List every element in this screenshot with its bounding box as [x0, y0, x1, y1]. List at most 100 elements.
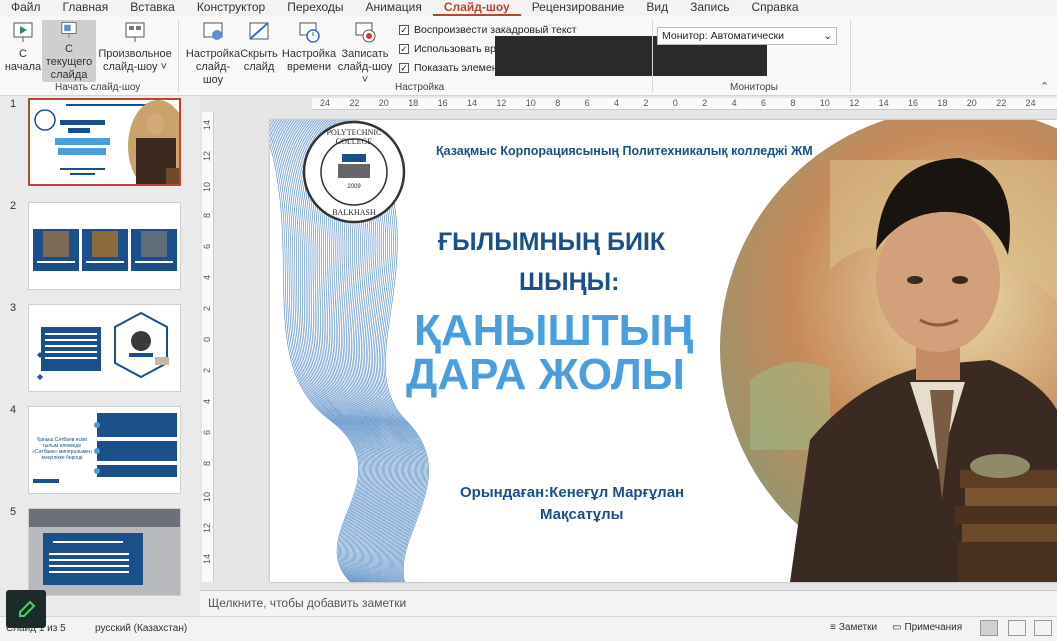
ribbon-separator [178, 20, 179, 92]
notes-icon: ≡ [830, 622, 836, 633]
slide-canvas[interactable]: POLYTECHNIC COLLEGE 2009 BALKHASH Қазақм… [270, 120, 1057, 582]
play-from-current-icon [61, 21, 77, 38]
menu-item[interactable]: Запись [679, 0, 740, 16]
from-start-button[interactable]: С начала [5, 20, 41, 74]
check-icon: ✓ [399, 44, 409, 54]
ruler-tick-label: 4 [202, 275, 212, 281]
thumbnail-number: 1 [10, 98, 17, 110]
menu-item[interactable]: Переходы [276, 0, 354, 16]
college-logo-text-top: POLYTECHNIC COLLEGE [326, 128, 382, 146]
monitor-label: Монитор: [662, 30, 708, 42]
notes-placeholder: Щелкните, чтобы добавить заметки [208, 596, 407, 610]
thumbnail-slide-2[interactable] [28, 202, 181, 290]
ribbon: С начала С текущего слайда Произвольное … [0, 16, 1057, 96]
monitor-dropdown[interactable]: Монитор: Автоматически ⌄ [657, 27, 837, 45]
college-logo-year: 2009 [347, 184, 361, 190]
thumbnail-slide-3[interactable] [28, 304, 181, 392]
custom-show-label-1: Произвольное [98, 48, 172, 60]
rehearse-timings-button[interactable]: Настройка времени [282, 20, 336, 74]
custom-show-button[interactable]: Произвольное слайд-шоу ˅ [98, 20, 172, 74]
ruler-tick-label: 4 [614, 98, 620, 108]
menu-item[interactable]: Рецензирование [521, 0, 636, 16]
ruler-tick-label: 22 [349, 98, 360, 108]
play-narrations-checkbox[interactable]: ✓ Воспроизвести закадровый текст [399, 24, 577, 36]
menu-item[interactable]: Справка [740, 0, 809, 16]
menu-item[interactable]: Анимация [355, 0, 433, 16]
comments-toggle-label: Примечания [904, 622, 963, 633]
hide-slide-label-2: слайд [243, 61, 275, 73]
college-logo-text-bottom: BALKHASH [332, 208, 376, 217]
status-bar: Слайд 1 из 5 русский (Казахстан) ≡ Заметк… [0, 616, 1057, 641]
notes-pane[interactable]: Щелкните, чтобы добавить заметки [200, 590, 1057, 616]
comment-icon: ▭ [892, 622, 902, 633]
collapse-ribbon-icon[interactable]: ⌃ [1040, 80, 1049, 93]
ruler-tick-label: 14 [202, 554, 212, 565]
monitor-selector[interactable]: Монитор: Автоматически ⌄ [657, 27, 837, 45]
author-line-1: Орындаған:Кенеғұл Марғұлан [460, 484, 685, 501]
ruler-tick-label: 2 [202, 368, 212, 374]
ruler-tick-label: 8 [202, 461, 212, 467]
show-controls-checkbox[interactable]: ✓ Показать элемент [399, 62, 502, 74]
comments-toggle-button[interactable]: ▭ Примечания [892, 622, 962, 633]
ruler-tick-label: 8 [202, 213, 212, 219]
custom-show-label-2: слайд-шоу ˅ [102, 61, 168, 73]
ruler-tick-label: 6 [202, 244, 212, 250]
thumbnail-slide-5[interactable] [28, 508, 181, 596]
start-group-label: Начать слайд-шоу [55, 82, 141, 93]
setup-show-label-1: Настройка [185, 48, 241, 60]
setup-group-label: Настройка [395, 82, 445, 93]
from-current-button[interactable]: С текущего слайда [42, 20, 96, 82]
notes-toggle-button[interactable]: ≡ Заметки [830, 622, 877, 633]
edit-floating-button[interactable] [6, 590, 46, 628]
slide-thumbnails-panel: 1 2 3 4 Қаныш Сәтбаев есімі ғылым әлемін… [0, 96, 200, 618]
menu-item[interactable]: Конструктор [186, 0, 276, 16]
hide-slide-button[interactable]: Скрыть слайд [240, 20, 278, 74]
ruler-tick-label: 10 [202, 492, 212, 503]
record-label-2: слайд-шоу ˅ [337, 61, 393, 86]
reading-view-button[interactable] [1034, 620, 1052, 636]
timing-label-1: Настройка [281, 48, 337, 60]
college-name: Қазақмыс Корпорациясының Политехникалық … [436, 144, 813, 158]
timing-label-2: времени [287, 61, 331, 73]
ruler-tick-label: 24 [320, 98, 331, 108]
setup-show-button[interactable]: Настройка слайд-шоу [186, 20, 240, 87]
ruler-tick-label: 14 [878, 98, 889, 108]
thumbnail-number: 2 [10, 200, 17, 212]
ruler-tick-label: 10 [819, 98, 830, 108]
ruler-tick-label: 6 [584, 98, 590, 108]
clock-icon [299, 22, 320, 43]
ruler-tick-label: 0 [202, 337, 212, 343]
record-show-button[interactable]: Записать слайд-шоу ˅ [336, 20, 394, 87]
menu-item[interactable]: Вид [635, 0, 679, 16]
ruler-tick-label: 18 [937, 98, 948, 108]
thumbnail-slide-4[interactable]: Қаныш Сәтбаев есімі ғылым әлемінде «Сәтб… [28, 406, 181, 494]
menu-item[interactable]: Главная [52, 0, 120, 16]
ruler-tick-label: 6 [202, 430, 212, 436]
ribbon-separator [652, 20, 653, 92]
language-indicator[interactable]: русский (Казахстан) [95, 623, 187, 634]
ruler-tick-label: 12 [849, 98, 860, 108]
slide-sorter-view-button[interactable] [1008, 620, 1026, 636]
ruler-tick-label: 18 [408, 98, 419, 108]
ruler-tick-label: 12 [202, 523, 212, 534]
use-timings-checkbox[interactable]: ✓ Использовать вре [399, 43, 502, 55]
menu-item[interactable]: Слайд-шоу [432, 0, 521, 16]
thumbnail-number: 3 [10, 302, 17, 314]
thumbnail-1-preview [30, 100, 179, 184]
use-timings-label: Использовать вре [414, 43, 502, 55]
ruler-tick-label: 20 [378, 98, 389, 108]
ruler-tick-label: 22 [996, 98, 1007, 108]
ruler-tick-label: 8 [790, 98, 796, 108]
thumbnail-3-preview [29, 305, 180, 391]
menu-item[interactable]: Файл [0, 0, 52, 16]
show-controls-label: Показать элемент [414, 62, 503, 74]
thumbnail-slide-1[interactable] [28, 98, 181, 186]
normal-view-button[interactable] [980, 620, 998, 636]
thumbnail-4-preview [33, 413, 177, 483]
menu-item[interactable]: Вставка [119, 0, 186, 16]
ruler-tick-label: 2 [202, 306, 212, 312]
ruler-tick-label: 2 [643, 98, 649, 108]
ruler-tick-label: 0 [672, 98, 678, 108]
ruler-tick-label: 20 [966, 98, 977, 108]
notes-toggle-label: Заметки [838, 622, 878, 633]
